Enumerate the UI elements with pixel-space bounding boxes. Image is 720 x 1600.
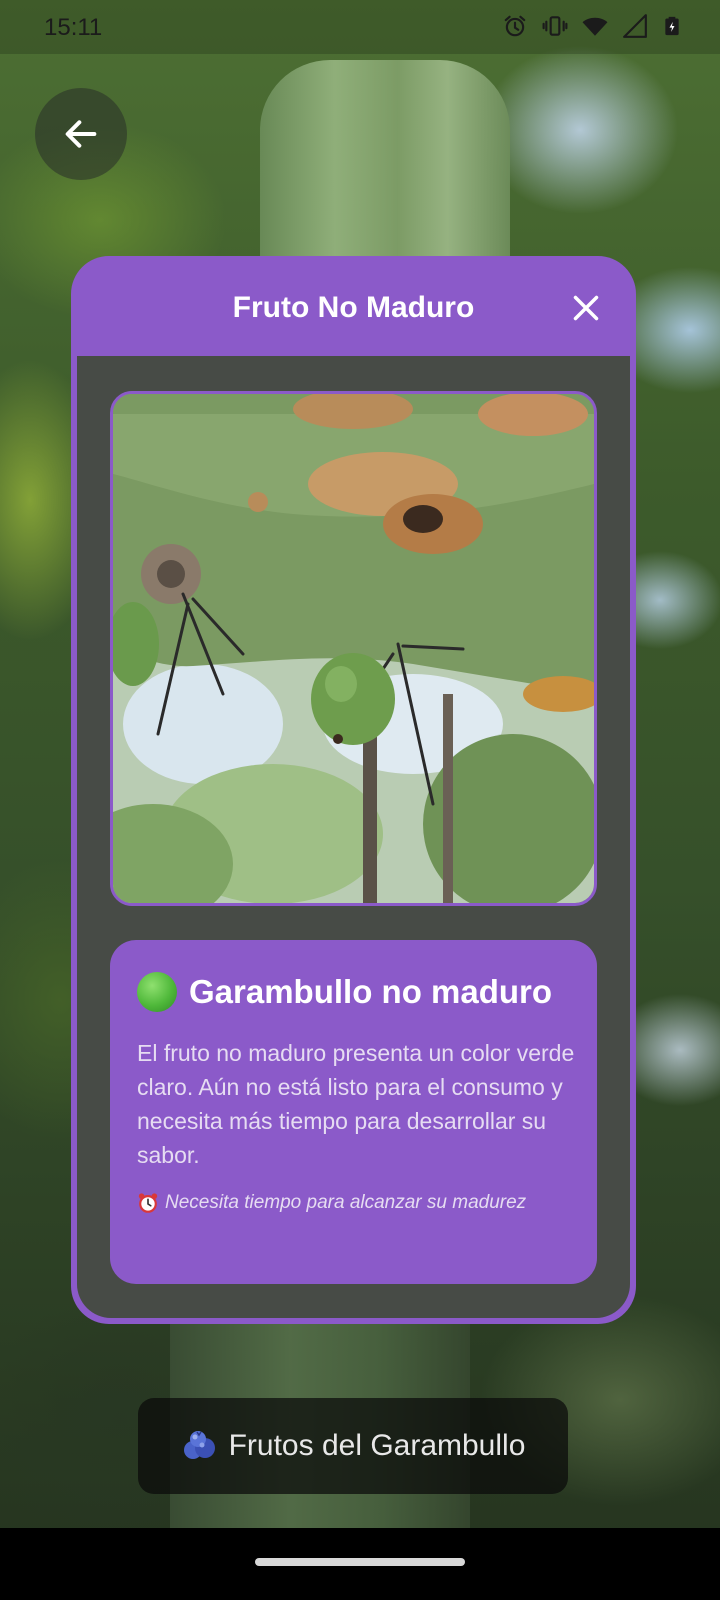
fruit-category-text: Frutos del Garambullo (228, 1429, 526, 1462)
arrow-left-icon (65, 120, 97, 148)
status-time: 15:11 (44, 14, 103, 41)
navigation-bar (0, 1528, 720, 1600)
maturity-note: Necesita tiempo para alcanzar su madurez (137, 1192, 587, 1214)
home-indicator[interactable] (255, 1558, 465, 1566)
dialog-title: Fruto No Maduro (232, 291, 475, 324)
info-description: El fruto no maduro presenta un color ver… (137, 1040, 575, 1168)
signal-icon (623, 14, 647, 38)
wifi-icon (582, 17, 608, 36)
close-button[interactable] (570, 292, 602, 324)
battery-icon (665, 16, 679, 36)
info-title: Garambullo no maduro (189, 973, 553, 1010)
info-title-row: Garambullo no maduro (137, 972, 552, 1012)
dialog-body: Garambullo no maduro El fruto no maduro … (77, 356, 630, 1318)
fruit-photo (110, 391, 597, 906)
blueberries-icon (183, 1431, 215, 1459)
status-icons (502, 13, 682, 39)
back-button[interactable] (35, 88, 127, 180)
info-card: Garambullo no maduro El fruto no maduro … (110, 940, 597, 1284)
vibrate-icon (542, 16, 568, 36)
close-icon (573, 295, 599, 321)
fruit-category-label: Frutos del Garambullo (138, 1398, 568, 1494)
fruit-info-dialog: Fruto No Maduro Garambullo no maduro El … (71, 256, 636, 1324)
status-bar: 15:11 (0, 0, 720, 54)
green-circle-icon (137, 972, 177, 1012)
alarm-icon (504, 15, 526, 37)
unripe-fruit-image (113, 394, 594, 903)
alarm-clock-icon (138, 1193, 158, 1213)
dialog-header: Fruto No Maduro (71, 256, 636, 356)
maturity-note-text: Necesita tiempo para alcanzar su madurez (165, 1192, 527, 1213)
